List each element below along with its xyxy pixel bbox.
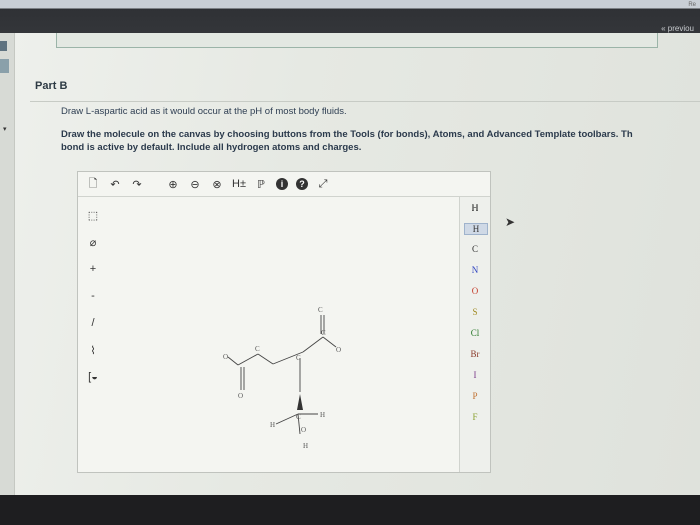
part-title: Part B bbox=[35, 80, 68, 92]
atom-button-o[interactable]: O bbox=[460, 286, 490, 296]
mouse-cursor-icon: ➤ bbox=[505, 215, 516, 229]
atom-label: H bbox=[320, 411, 325, 419]
atom-button-n[interactable]: N bbox=[460, 265, 490, 275]
sidebar-tab[interactable] bbox=[0, 41, 7, 51]
atom-label: O bbox=[336, 346, 341, 354]
atom-button-f[interactable]: F bbox=[460, 412, 490, 422]
atom-label: O bbox=[301, 426, 306, 434]
assignment-page: ▾ Part B Draw L-aspartic acid as it woul… bbox=[0, 33, 700, 495]
collapse-arrow-icon[interactable]: ▾ bbox=[3, 125, 7, 133]
window-top-bar: Re « previou bbox=[0, 0, 700, 34]
atom-button-br[interactable]: Br bbox=[460, 349, 490, 359]
atom-button-h[interactable]: H bbox=[464, 223, 488, 235]
atom-label: O bbox=[223, 353, 228, 361]
molecule-editor-canvas[interactable]: 🗋 ↶ ↷ ⊕ ⊖ ⊗ H± ℙi? ⤢ ⬚ ⌀ + - / ⌇ [◒ ℍ H C N O S Cl Br I P F bbox=[77, 171, 491, 473]
atom-label: C bbox=[296, 413, 301, 421]
wedge-bond bbox=[297, 394, 303, 410]
atom-label: C bbox=[296, 354, 301, 362]
atom-button-s[interactable]: S bbox=[460, 307, 490, 317]
atom-button-c[interactable]: C bbox=[460, 244, 490, 254]
question-text: Draw L-aspartic acid as it would occur a… bbox=[61, 106, 347, 117]
divider bbox=[30, 101, 700, 102]
atom-button-p[interactable]: P bbox=[460, 391, 490, 401]
left-sidebar: ▾ bbox=[0, 33, 15, 495]
atom-button-cl[interactable]: Cl bbox=[460, 328, 490, 338]
instructions-text: Draw the molecule on the canvas by choos… bbox=[61, 128, 700, 154]
atom-label: C bbox=[255, 345, 260, 353]
atom-label: C bbox=[318, 306, 323, 314]
periodic-table-icon[interactable]: ℍ bbox=[460, 203, 490, 214]
atoms-toolbar: ℍ H C N O S Cl Br I P F bbox=[459, 197, 490, 472]
previous-answer-box bbox=[56, 33, 658, 48]
sidebar-tab[interactable] bbox=[0, 59, 9, 73]
molecule-drawing[interactable]: OOCCCCOOHC HH bbox=[78, 172, 458, 472]
atom-label: H bbox=[303, 442, 308, 450]
atom-label: O bbox=[238, 392, 243, 400]
instructions-line-1: Draw the molecule on the canvas by choos… bbox=[61, 129, 633, 140]
previous-link[interactable]: « previou bbox=[661, 24, 694, 33]
instructions-line-2: bond is active by default. Include all h… bbox=[61, 142, 362, 153]
atom-label: C bbox=[321, 329, 326, 337]
atom-button-i[interactable]: I bbox=[460, 370, 490, 380]
atom-label: H bbox=[270, 421, 275, 429]
corner-label: Re bbox=[688, 2, 696, 8]
screen-bezel bbox=[0, 495, 700, 525]
